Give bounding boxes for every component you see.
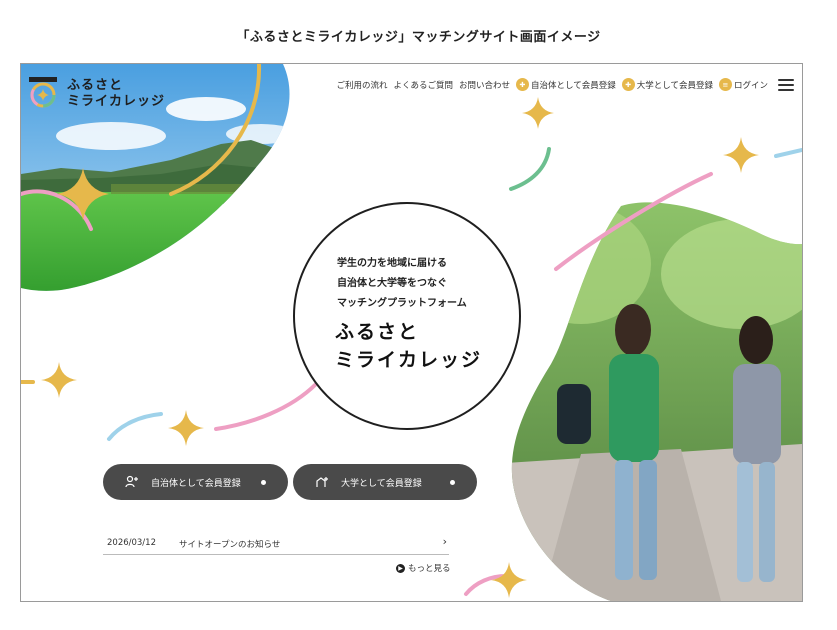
more-link[interactable]: ▶ もっと見る	[396, 562, 451, 574]
nav-login-label: ログイン	[733, 80, 768, 91]
site-logo[interactable]: ふるさと ミライカレッジ	[27, 72, 167, 112]
brand-line2: ミライカレッジ	[335, 349, 483, 371]
caption: 「ふるさとミライカレッジ」マッチングサイト画面イメージ	[236, 30, 601, 45]
arrow-right-icon: ▶	[396, 563, 405, 573]
logo-line1: ふるさと	[67, 78, 124, 93]
tagline-line: 学生の力を地域に届ける	[337, 258, 447, 269]
nav-university-register[interactable]: ✚ 大学として会員登録	[621, 78, 713, 91]
news-date: 2026/03/12	[107, 538, 156, 548]
login-icon: ≡	[718, 78, 732, 91]
nav-municipality-register-label: 自治体として会員登録	[530, 80, 616, 91]
municipality-register-button[interactable]: 自治体として会員登録	[103, 464, 288, 500]
sparkle-icon	[168, 410, 204, 446]
nav-faq-link[interactable]: よくあるご質問	[393, 79, 453, 91]
sparkle-icon	[522, 97, 554, 129]
hero-brand: ふるさと ミライカレッジ	[335, 318, 482, 374]
university-register-button[interactable]: 大学として会員登録	[293, 464, 477, 500]
university-icon	[316, 477, 328, 487]
nav-login[interactable]: ≡ ログイン	[718, 78, 768, 91]
nav-university-register-label: 大学として会員登録	[636, 80, 713, 91]
user-add-icon: ✚	[515, 78, 529, 91]
nav-flow-link[interactable]: ご利用の流れ	[336, 79, 387, 91]
button-dot	[261, 480, 266, 485]
sparkle-icon	[41, 362, 77, 398]
university-register-label: 大学として会員登録	[341, 479, 422, 489]
sparkle-icon	[723, 137, 759, 173]
hero-tagline: 学生の力を地域に届ける 自治体と大学等をつなぐ マッチングプラットフォーム	[337, 254, 467, 314]
brand-line1: ふるさと	[335, 321, 420, 343]
logo-icon	[29, 77, 57, 108]
news-title: サイトオープンのお知らせ	[179, 540, 281, 550]
chevron-right-icon: ›	[442, 535, 447, 548]
nav-municipality-register[interactable]: ✚ 自治体として会員登録	[515, 78, 616, 91]
logo-line2: ミライカレッジ	[67, 94, 166, 109]
hero-circle: 学生の力を地域に届ける 自治体と大学等をつなぐ マッチングプラットフォーム ふる…	[293, 202, 521, 430]
tagline-line: マッチングプラットフォーム	[337, 298, 467, 309]
sparkle-icon	[491, 562, 527, 598]
sparkle-icon	[57, 168, 109, 220]
button-dot	[450, 480, 455, 485]
university-icon: ✚	[621, 78, 635, 91]
more-label: もっと見る	[408, 564, 451, 574]
municipality-register-label: 自治体として会員登録	[151, 479, 241, 489]
hamburger-menu-icon[interactable]	[778, 78, 794, 91]
nav-contact-link[interactable]: お問い合わせ	[459, 79, 510, 91]
browser-frame: ふるさと ミライカレッジ ご利用の流れ よくあるご質問 お問い合わせ ✚ 自治体…	[20, 63, 803, 602]
tagline-line: 自治体と大学等をつなぐ	[337, 278, 447, 289]
top-nav: ご利用の流れ よくあるご質問 お問い合わせ ✚ 自治体として会員登録 ✚ 大学と…	[336, 78, 794, 91]
news-item[interactable]: 2026/03/12 サイトオープンのお知らせ ›	[103, 532, 449, 555]
user-add-icon	[125, 475, 138, 488]
